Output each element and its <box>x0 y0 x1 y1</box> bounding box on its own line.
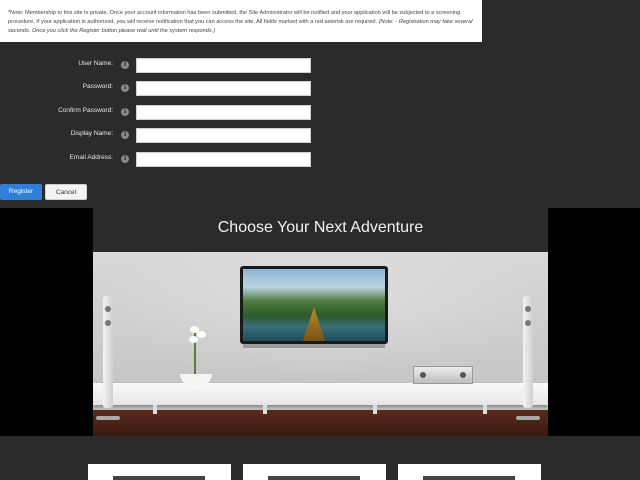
product-thumbnail <box>113 476 205 480</box>
tv-stand <box>93 383 548 405</box>
orchid-stem <box>194 326 196 374</box>
hero-title: Choose Your Next Adventure <box>217 219 424 236</box>
product-card[interactable] <box>398 464 541 480</box>
stand-leg <box>483 405 487 414</box>
product-card[interactable] <box>88 464 231 480</box>
confirm-password-input[interactable] <box>136 105 311 120</box>
television <box>240 266 388 344</box>
speaker-driver <box>525 306 531 312</box>
display-name-input[interactable] <box>136 128 311 143</box>
orchid-flower <box>197 331 206 338</box>
tv-screen <box>243 269 385 341</box>
email-address-label: Email Address: <box>69 154 113 161</box>
stand-leg <box>263 405 267 414</box>
confirm-password-label: Confirm Password: <box>58 107 113 114</box>
page: *Note: Membership to this site is privat… <box>0 0 640 480</box>
speaker-driver <box>105 306 111 312</box>
product-thumbnail <box>268 476 360 480</box>
info-icon[interactable]: i <box>121 108 129 116</box>
hero-banner: Choose Your Next Adventure <box>0 208 640 436</box>
boat-image <box>303 307 325 341</box>
amplifier <box>413 366 473 384</box>
hero-title-bar: Choose Your Next Adventure <box>93 208 548 252</box>
tv-base <box>243 344 385 348</box>
orchid-flower <box>189 336 198 343</box>
user-name-input[interactable] <box>136 58 311 73</box>
speaker-base <box>516 416 540 420</box>
registration-notice: *Note: Membership to this site is privat… <box>0 0 482 42</box>
user-name-label: User Name: <box>78 60 113 67</box>
amp-knob <box>420 372 426 378</box>
info-icon[interactable]: i <box>121 61 129 69</box>
display-name-label: Display Name: <box>70 130 113 137</box>
info-icon[interactable]: i <box>121 84 129 92</box>
left-speaker <box>103 296 113 408</box>
cancel-button[interactable]: Cancel <box>45 184 87 200</box>
speaker-base <box>96 416 120 420</box>
form-row-email-address: Email Address: i <box>0 151 640 169</box>
form-row-display-name: Display Name: i <box>0 127 640 145</box>
product-card[interactable] <box>243 464 386 480</box>
wood-floor <box>93 410 548 436</box>
right-speaker <box>523 296 533 408</box>
product-thumbnail <box>423 476 515 480</box>
info-icon[interactable]: i <box>121 155 129 163</box>
info-icon[interactable]: i <box>121 131 129 139</box>
form-row-confirm-password: Confirm Password: i <box>0 104 640 122</box>
amp-knob <box>460 372 466 378</box>
email-address-input[interactable] <box>136 152 311 167</box>
password-label: Password: <box>82 83 113 90</box>
register-button[interactable]: Register <box>0 184 42 200</box>
speaker-driver <box>105 320 111 326</box>
form-row-user-name: User Name: i <box>0 57 640 75</box>
form-row-password: Password: i <box>0 80 640 98</box>
password-input[interactable] <box>136 81 311 96</box>
stand-leg <box>153 405 157 414</box>
stand-leg <box>373 405 377 414</box>
speaker-driver <box>525 320 531 326</box>
hero-image <box>93 252 548 436</box>
